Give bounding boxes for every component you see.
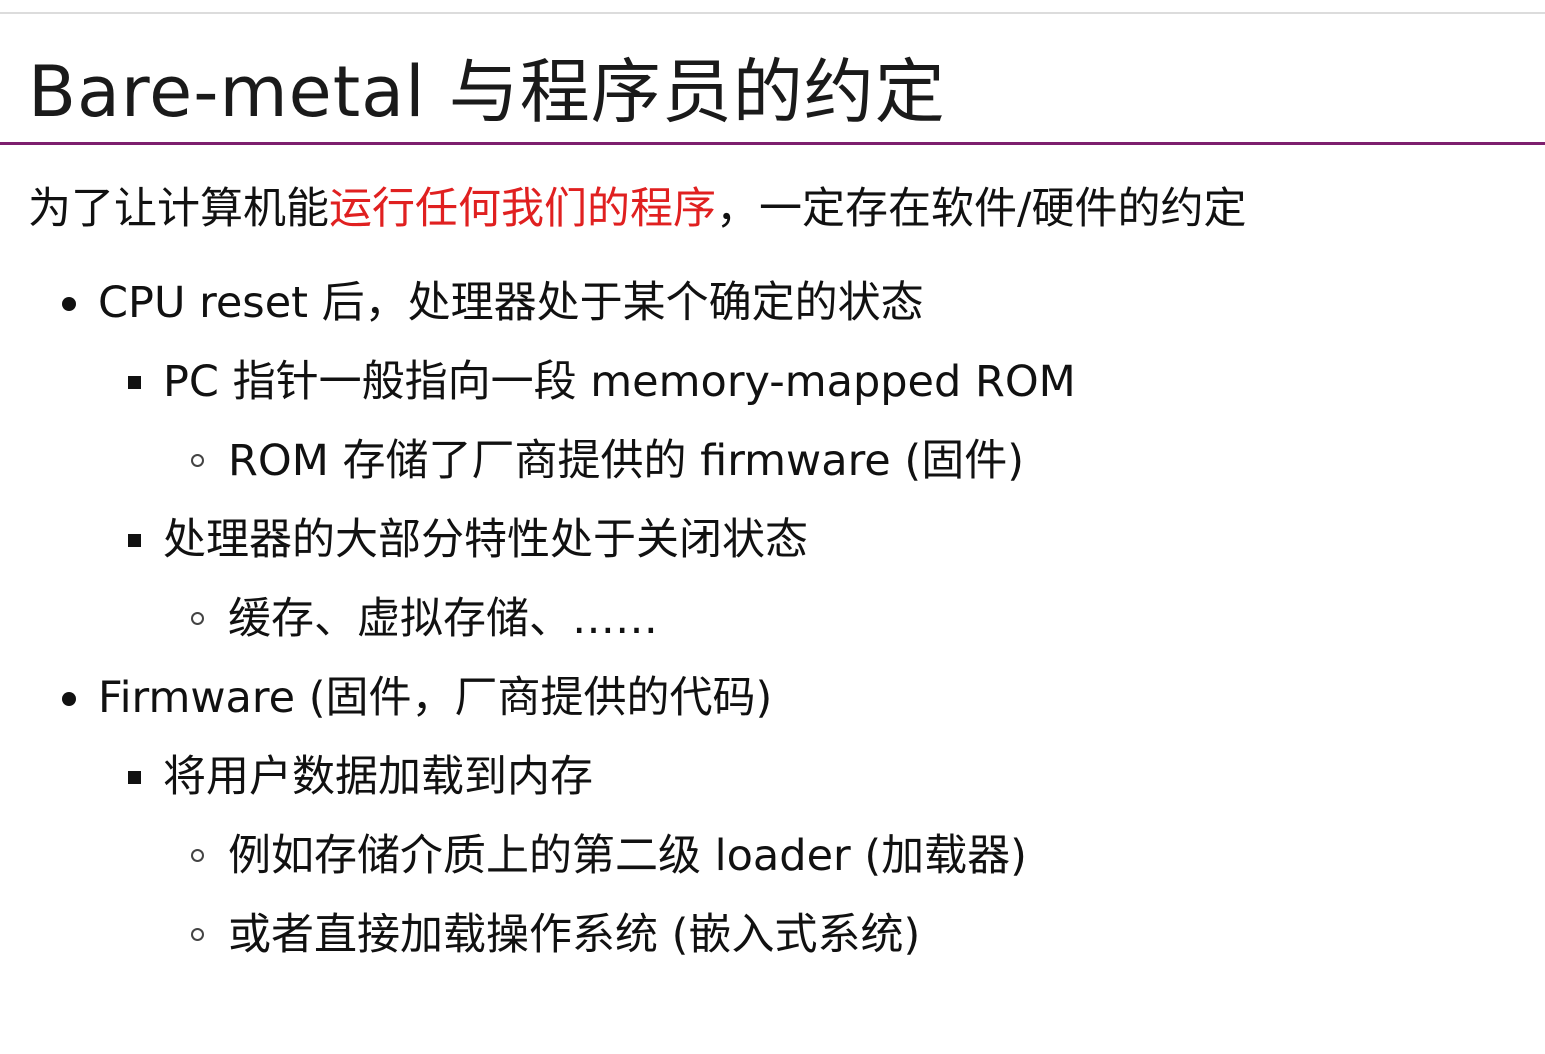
bullet-circle-icon [191,928,204,941]
slide-title: Bare-metal 与程序员的约定 [28,51,946,133]
bullet-dot-icon [62,297,76,311]
bullet-item-firmware: Firmware (固件，厂商提供的代码) [0,671,1076,750]
bullet-item-load-user-data: 将用户数据加载到内存 [0,750,1076,829]
bullet-circle-icon [191,849,204,862]
bullet-text: 例如存储介质上的第二级 loader (加载器) [228,831,1027,881]
bullet-list: CPU reset 后，处理器处于某个确定的状态 PC 指针一般指向一段 mem… [0,276,1076,987]
bullet-text: 或者直接加载操作系统 (嵌入式系统) [228,910,921,960]
bullet-text: PC 指针一般指向一段 memory-mapped ROM [163,357,1076,407]
bullet-circle-icon [191,612,204,625]
bullet-text: ROM 存储了厂商提供的 firmware (固件) [228,436,1024,486]
title-divider [0,142,1545,145]
bullet-item-rom-firmware: ROM 存储了厂商提供的 firmware (固件) [0,434,1076,513]
bullet-text: CPU reset 后，处理器处于某个确定的状态 [98,278,924,328]
top-divider [0,12,1545,14]
bullet-dot-icon [62,692,76,706]
bullet-item-cache-vm: 缓存、虚拟存储、…… [0,592,1076,671]
bullet-text: 处理器的大部分特性处于关闭状态 [163,515,808,565]
intro-text-before: 为了让计算机能 [28,184,329,234]
bullet-item-features-off: 处理器的大部分特性处于关闭状态 [0,513,1076,592]
intro-highlight: 运行任何我们的程序 [329,184,716,234]
bullet-square-icon [128,771,141,784]
bullet-item-pc-rom: PC 指针一般指向一段 memory-mapped ROM [0,355,1076,434]
intro-paragraph: 为了让计算机能运行任何我们的程序，一定存在软件/硬件的约定 [28,182,1247,236]
intro-text-after: ，一定存在软件/硬件的约定 [716,184,1247,234]
bullet-circle-icon [191,454,204,467]
bullet-item-second-loader: 例如存储介质上的第二级 loader (加载器) [0,829,1076,908]
bullet-square-icon [128,534,141,547]
bullet-text: Firmware (固件，厂商提供的代码) [98,673,773,723]
bullet-square-icon [128,376,141,389]
bullet-item-load-os: 或者直接加载操作系统 (嵌入式系统) [0,908,1076,987]
bullet-text: 将用户数据加载到内存 [163,752,593,802]
bullet-item-cpu-reset: CPU reset 后，处理器处于某个确定的状态 [0,276,1076,355]
bullet-text: 缓存、虚拟存储、…… [228,594,658,644]
